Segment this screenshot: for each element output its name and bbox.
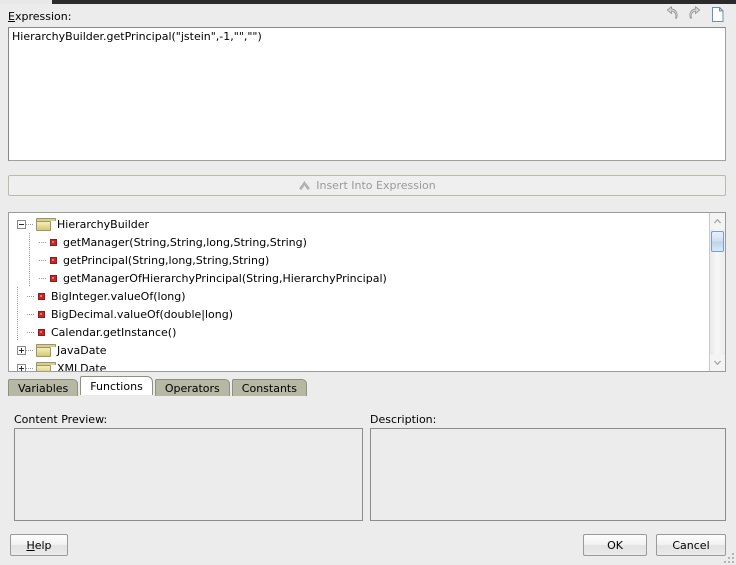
tree-item-label: getManager(String,String,long,String,Str… <box>63 235 307 249</box>
tree-item-label: Calendar.getInstance() <box>51 325 177 339</box>
tree-guide-line <box>29 251 30 269</box>
tree-expander-expand-icon[interactable] <box>17 363 26 371</box>
tree-row[interactable]: Calendar.getInstance() <box>9 323 709 341</box>
method-icon <box>38 328 45 336</box>
tree-guide-line <box>17 305 18 323</box>
folder-icon <box>36 343 56 357</box>
tab-functions[interactable]: Functions <box>80 376 153 395</box>
description-box <box>370 428 726 521</box>
expression-value: HierarchyBuilder.getPrincipal("jstein",-… <box>12 30 262 43</box>
folder-icon <box>36 217 56 231</box>
expression-label: Expression: <box>8 10 72 23</box>
insert-into-expression-label: Insert Into Expression <box>316 179 436 192</box>
tab-constants[interactable]: Constants <box>231 379 307 396</box>
chevron-up-icon <box>713 218 722 224</box>
tree-guide-line <box>17 287 18 305</box>
tree-row[interactable]: BigDecimal.valueOf(double|long) <box>9 305 709 323</box>
scroll-up-button[interactable] <box>710 213 725 229</box>
caret-up-icon <box>299 181 311 190</box>
new-document-icon <box>712 6 724 22</box>
tree-connector-line <box>26 223 34 225</box>
tab-variables-label: Variables <box>18 381 69 395</box>
tab-operators[interactable]: Operators <box>154 379 230 396</box>
tree-connector-line <box>39 259 47 261</box>
ok-button[interactable]: OK <box>583 534 647 556</box>
tree-connector-line <box>39 241 47 243</box>
tree-guide-line <box>17 323 18 341</box>
tree-connector-line <box>27 313 35 315</box>
tree-expander-collapse-icon[interactable] <box>17 219 26 229</box>
tree-item-label: getPrincipal(String,long,String,String) <box>63 253 270 267</box>
cancel-button-label: Cancel <box>672 538 710 552</box>
chevron-down-icon <box>713 360 722 366</box>
tree-row[interactable]: getPrincipal(String,long,String,String) <box>9 251 709 269</box>
tab-functions-label: Functions <box>90 379 143 393</box>
titlebar-left-gap <box>0 0 52 4</box>
content-preview-box <box>14 428 363 521</box>
tab-constants-label: Constants <box>241 381 297 395</box>
method-icon <box>50 274 57 282</box>
folder-icon <box>36 361 56 371</box>
content-preview-label: Content Preview: <box>14 413 108 426</box>
tree-row[interactable]: JavaDate <box>9 341 709 359</box>
tab-operators-label: Operators <box>164 381 220 395</box>
tab-variables[interactable]: Variables <box>8 379 79 396</box>
help-button[interactable]: Help <box>10 534 68 556</box>
help-button-mnemonic: H <box>26 538 35 552</box>
tree-item-label: XMLDate <box>57 361 107 372</box>
undo-icon <box>666 6 678 19</box>
tree-row[interactable]: BigInteger.valueOf(long) <box>9 287 709 305</box>
window-titlebar-strip <box>0 0 736 4</box>
method-icon <box>50 238 57 246</box>
category-tabs: Variables Functions Operators Constants <box>8 376 309 396</box>
tree-row[interactable]: getManagerOfHierarchyPrincipal(String,Hi… <box>9 269 709 287</box>
expression-toolbar <box>662 4 728 24</box>
tree-item-label: HierarchyBuilder <box>57 217 150 231</box>
redo-icon <box>689 6 701 19</box>
tree-row[interactable]: HierarchyBuilder <box>9 215 709 233</box>
resize-grip[interactable] <box>720 549 734 563</box>
scroll-down-button[interactable] <box>710 355 725 371</box>
tree-row[interactable]: XMLDate <box>9 359 709 372</box>
expression-input[interactable]: HierarchyBuilder.getPrincipal("jstein",-… <box>8 27 726 161</box>
scrollbar-thumb[interactable] <box>711 231 724 252</box>
insert-into-expression-button[interactable]: Insert Into Expression <box>8 175 726 196</box>
undo-button[interactable] <box>662 4 682 24</box>
method-icon <box>38 310 45 318</box>
tree-connector-line <box>26 367 34 369</box>
tree-row[interactable]: getManager(String,String,long,String,Str… <box>9 233 709 251</box>
expression-header: Expression: <box>8 6 728 25</box>
tree-connector-line <box>39 277 47 279</box>
cancel-button[interactable]: Cancel <box>656 534 726 556</box>
tree-guide-line <box>29 233 30 251</box>
tree-item-label: BigInteger.valueOf(long) <box>51 289 186 303</box>
tree-item-label: getManagerOfHierarchyPrincipal(String,Hi… <box>63 271 387 285</box>
tree-item-label: JavaDate <box>57 343 107 357</box>
functions-tree-panel[interactable]: HierarchyBuilder getManager(String,Strin… <box>8 212 726 372</box>
tree-connector-line <box>27 295 35 297</box>
tree-guide-line <box>29 269 30 287</box>
tree-connector-line <box>26 349 34 351</box>
method-icon <box>50 256 57 264</box>
new-document-button[interactable] <box>708 4 728 24</box>
functions-tree: HierarchyBuilder getManager(String,Strin… <box>9 213 709 371</box>
tree-vertical-scrollbar[interactable] <box>709 213 725 371</box>
ok-button-label: OK <box>607 538 623 552</box>
method-icon <box>38 292 45 300</box>
tree-item-label: BigDecimal.valueOf(double|long) <box>51 307 234 321</box>
redo-button[interactable] <box>685 4 705 24</box>
description-label: Description: <box>370 413 437 426</box>
tree-connector-line <box>27 331 35 333</box>
tree-expander-expand-icon[interactable] <box>17 345 26 355</box>
expression-label-mnemonic: E <box>8 10 15 23</box>
